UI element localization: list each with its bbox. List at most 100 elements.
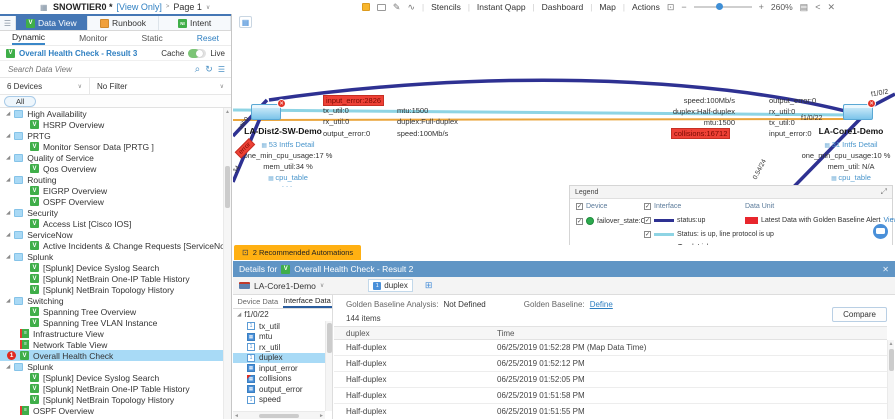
map-canvas[interactable]: ▦ ✕ LA-Dist2-SW-Demo ▦ 53 Intfs Detail o… (233, 14, 895, 245)
expander-icon[interactable]: ◢ (6, 210, 10, 216)
data-label[interactable]: mtu:1500 (643, 118, 735, 127)
page-title[interactable]: Page 1 (173, 2, 202, 12)
sidebar-tree-item[interactable]: ◢High Availability (0, 108, 223, 119)
data-label[interactable]: rx_util:0 (323, 117, 349, 126)
sidebar-tree-item[interactable]: V[Splunk] NetBrain One-IP Table History (0, 273, 223, 284)
draw-pencil-icon[interactable]: ✎ (393, 2, 401, 12)
device-selector[interactable]: LA-Core1-Demo (254, 281, 316, 291)
map-layout-icon[interactable]: ▦ (239, 16, 252, 28)
zoom-slider[interactable] (694, 6, 752, 8)
tab-interface-data[interactable]: Interface Data (283, 295, 333, 308)
table-scrollbar[interactable]: ▲ (887, 340, 894, 419)
device-alert-badge[interactable]: ✕ (867, 99, 876, 108)
menu-icon[interactable]: ☰ (218, 65, 225, 74)
page-dropdown-icon[interactable]: ∨ (206, 4, 210, 11)
zoom-out-icon[interactable]: − (681, 2, 686, 12)
sidebar-tree-item[interactable]: V[Splunk] NetBrain Topology History (0, 284, 223, 295)
checkbox[interactable]: ✓ (644, 231, 651, 238)
field-tree-item[interactable]: ▦input_error (233, 363, 325, 374)
scrollbar-thumb[interactable] (225, 166, 230, 208)
field-tree-item[interactable]: 1rx_util (233, 342, 325, 353)
data-label[interactable]: mtu:1500 (397, 106, 428, 115)
close-details-icon[interactable]: ✕ (882, 265, 889, 274)
device-icon-la-dist2[interactable] (251, 104, 281, 120)
assistant-chat-button[interactable] (873, 224, 888, 239)
zoom-slider-knob[interactable] (716, 3, 723, 10)
table-row[interactable]: Half-duplex06/25/2019 01:52:12 PM (334, 356, 887, 372)
sidebar-tree-item[interactable]: VMonitor Sensor Data [PRTG ] (0, 141, 223, 152)
expander-icon[interactable]: ◢ (6, 254, 10, 260)
scope-tab-all[interactable]: All (4, 96, 36, 107)
sidebar-tree-item[interactable]: V[Splunk] Device Syslog Search (0, 372, 223, 383)
refresh-icon[interactable]: ↻ (205, 64, 213, 75)
legend-view-link[interactable]: View (883, 217, 895, 224)
table-row[interactable]: Half-duplex06/25/2019 01:51:58 PM (334, 388, 887, 404)
sidebar-tree-item[interactable]: ◢ServiceNow (0, 229, 223, 240)
sidebar-tree-item[interactable]: V[Splunk] Device Syslog Search (0, 262, 223, 273)
sidebar-tree-item[interactable]: VHSRP Overview (0, 119, 223, 130)
expander-icon[interactable]: ◢ (6, 177, 10, 183)
sidebar-tree-item[interactable]: VSpanning Tree VLAN Instance (0, 317, 223, 328)
checkbox[interactable]: ✓ (576, 218, 583, 225)
data-label[interactable]: output_error:0 (323, 129, 370, 138)
scrollbar-thumb[interactable] (889, 349, 894, 371)
field-tree-item[interactable]: ▦mtu (233, 332, 325, 343)
field-tree-item[interactable]: ▦output_error (233, 384, 325, 395)
save-icon[interactable]: ▤ (800, 2, 809, 12)
interface-label[interactable]: f1/0/22 (801, 115, 822, 122)
data-label[interactable]: output_error:0 (769, 96, 816, 105)
column-duplex[interactable]: duplex (334, 329, 497, 338)
share-icon[interactable]: < (815, 2, 820, 12)
intfs-detail-link[interactable]: ▦ 31 Intfs Detail (791, 140, 895, 149)
column-time[interactable]: Time (497, 329, 887, 338)
checkbox[interactable]: ✓ (644, 217, 651, 224)
recommended-automations-tab[interactable]: ⊡ 2 Recommended Automations (234, 245, 361, 260)
sidebar-tree-item[interactable]: V[Splunk] NetBrain One-IP Table History (0, 383, 223, 394)
scroll-right-arrow[interactable]: ► (319, 413, 324, 419)
current-result-label[interactable]: Overall Health Check - Result 3 (19, 49, 137, 58)
fit-screen-icon[interactable]: ⊡ (667, 2, 675, 12)
reset-link[interactable]: Reset (197, 33, 219, 43)
table-row[interactable]: Half-duplex06/25/2019 01:52:05 PM (334, 372, 887, 388)
checkbox[interactable]: ✓ (576, 203, 583, 210)
subtab-monitor[interactable]: Monitor (79, 33, 107, 43)
sidebar-tree-item[interactable]: ◢Splunk (0, 361, 223, 372)
sidebar-tree-item[interactable]: VOSPF Overview (0, 196, 223, 207)
expander-icon[interactable]: ◢ (237, 312, 241, 318)
field-tree-item[interactable]: ▦collisions (233, 374, 325, 385)
data-label[interactable]: rx_util:0 (769, 107, 795, 116)
field-tree-scrollbar[interactable] (325, 321, 332, 411)
sidebar-tree-item[interactable]: VEIGRP Overview (0, 185, 223, 196)
legend-expand-icon[interactable]: ⤢ (881, 187, 887, 197)
expander-icon[interactable]: ◢ (6, 133, 10, 139)
sidebar-tree-item[interactable]: 1VOverall Health Check (0, 350, 223, 361)
scrollbar-thumb[interactable] (327, 323, 332, 353)
data-filter-select[interactable]: No Filter ∨ (90, 78, 231, 94)
alert-data-label[interactable]: collisions:16712 (671, 128, 730, 139)
sidebar-tree-item[interactable]: VActive Incidents & Change Requests [Ser… (0, 240, 223, 251)
table-row[interactable]: Half-duplex06/25/2019 01:51:55 PM (334, 404, 887, 419)
sidebar-tree-item[interactable]: ◢Switching (0, 295, 223, 306)
alert-data-label[interactable]: input_error:2826 (323, 95, 384, 106)
expander-icon[interactable]: ◢ (6, 155, 10, 161)
shape-rect-icon[interactable] (377, 4, 386, 11)
pane-list-icon[interactable]: ☰ (0, 16, 16, 30)
close-map-icon[interactable]: ✕ (827, 2, 835, 12)
sidebar-tree-item[interactable]: ◢Security (0, 207, 223, 218)
sidebar-tree-item[interactable]: VAccess List [Cisco IOS] (0, 218, 223, 229)
scroll-left-arrow[interactable]: ◄ (234, 413, 239, 419)
instant-qapp-button[interactable]: Instant Qapp (477, 2, 526, 12)
sidebar-tree-item[interactable]: VQos Overview (0, 163, 223, 174)
device-filter-select[interactable]: 6 Devices ∨ (0, 78, 90, 94)
sidebar-tree-item[interactable]: ≡Network Table View (0, 339, 223, 350)
table-row[interactable]: Half-duplex06/25/2019 01:52:28 PM (Map D… (334, 340, 887, 356)
sidebar-tree-item[interactable]: ◢Splunk (0, 251, 223, 262)
tab-device-data[interactable]: Device Data (233, 295, 283, 308)
tab-data-view[interactable]: V Data View (16, 16, 88, 30)
data-label[interactable]: duplex:Half-duplex (643, 107, 735, 116)
scrollbar-thumb[interactable] (259, 414, 299, 418)
sidebar-tree-item[interactable]: ◢Quality of Service (0, 152, 223, 163)
data-label[interactable]: duplex:Full-duplex (397, 117, 458, 126)
sidebar-tree-item[interactable]: VSpanning Tree Overview (0, 306, 223, 317)
search-icon[interactable]: ⌕ (195, 64, 201, 75)
